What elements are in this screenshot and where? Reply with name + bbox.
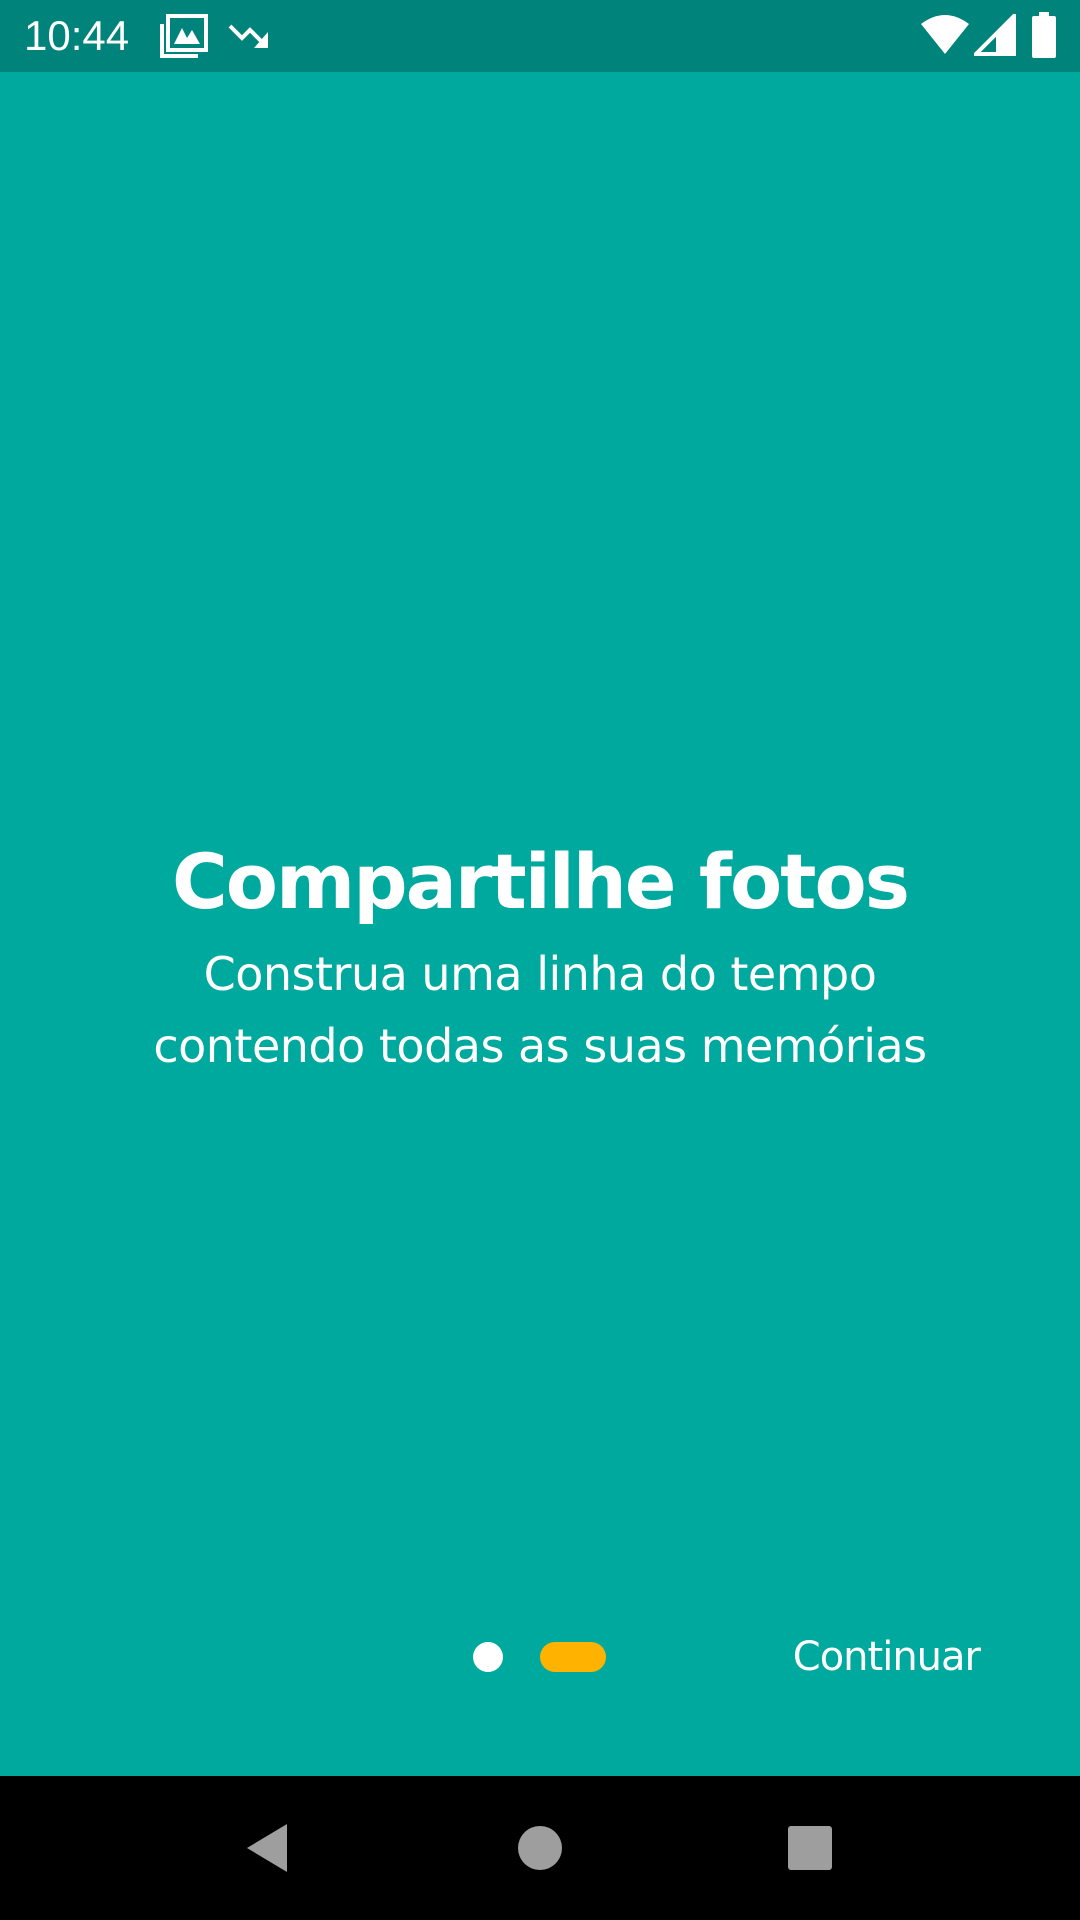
page-indicator-active[interactable] [540, 1642, 606, 1672]
home-icon [518, 1826, 562, 1870]
recents-icon [788, 1826, 832, 1870]
back-button[interactable] [187, 1776, 347, 1920]
onboarding-subtitle: Construa uma linha do tempo contendo tod… [153, 947, 927, 1073]
trend-down-icon [228, 20, 272, 56]
gallery-icon [160, 14, 208, 62]
screen: 10:44 Compartilhe fotos Construa uma lin… [0, 0, 1080, 1920]
continue-button[interactable]: Continuar [793, 1630, 981, 1684]
signal-icon [971, 11, 1016, 60]
onboarding-page[interactable]: Compartilhe fotos Construa uma linha do … [0, 72, 1080, 1776]
onboarding-title: Compartilhe fotos [172, 837, 910, 926]
battery-icon [1032, 12, 1056, 62]
wifi-icon [920, 14, 970, 60]
page-indicator-dot[interactable] [473, 1642, 503, 1672]
recents-button[interactable] [730, 1776, 890, 1920]
status-time: 10:44 [24, 12, 130, 59]
home-button[interactable] [460, 1776, 620, 1920]
back-icon [247, 1824, 287, 1872]
status-bar: 10:44 [0, 0, 1080, 72]
navigation-bar [0, 1776, 1080, 1920]
